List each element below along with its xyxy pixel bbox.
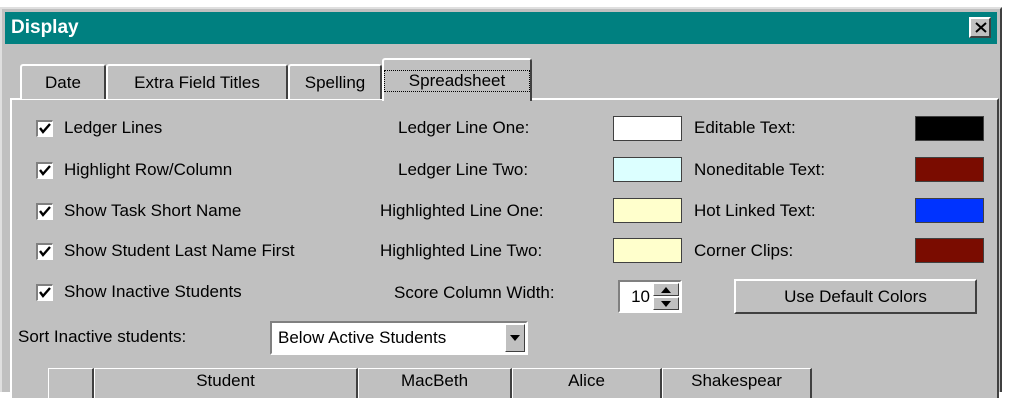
title-bar[interactable]: Display xyxy=(5,12,997,44)
grid-corner-cell[interactable] xyxy=(48,368,94,398)
check-icon xyxy=(39,165,51,176)
check-icon xyxy=(39,287,51,298)
noneditable-text-label: Noneditable Text: xyxy=(694,160,826,179)
spin-down-button[interactable] xyxy=(653,297,679,310)
grid-header-alice[interactable]: Alice xyxy=(512,368,662,398)
score-column-width-value: 10 xyxy=(631,287,650,306)
show-task-short-name-label: Show Task Short Name xyxy=(64,201,242,220)
grid-header-shakespear[interactable]: Shakespear xyxy=(662,368,812,398)
editable-text-label: Editable Text: xyxy=(694,118,796,137)
noneditable-text-swatch[interactable] xyxy=(915,157,984,182)
score-column-width-stepper[interactable]: 10 xyxy=(618,280,682,313)
show-task-short-name-checkbox[interactable] xyxy=(36,203,53,220)
tab-spreadsheet-label: Spreadsheet xyxy=(384,70,530,92)
arrow-up-icon xyxy=(661,287,671,293)
sort-inactive-label: Sort Inactive students: xyxy=(18,327,187,346)
spin-up-button[interactable] xyxy=(653,283,679,296)
sort-inactive-dropdown[interactable]: Below Active Students xyxy=(270,321,528,355)
highlighted-line-two-swatch[interactable] xyxy=(613,238,682,263)
editable-text-swatch[interactable] xyxy=(915,116,984,141)
use-default-colors-button[interactable]: Use Default Colors xyxy=(734,279,977,314)
grid-header-student[interactable]: Student xyxy=(94,368,358,398)
highlight-row-column-checkbox[interactable] xyxy=(36,162,53,179)
check-icon xyxy=(39,206,51,217)
grid-header-macbeth-label: MacBeth xyxy=(400,371,469,390)
grid-header-alice-label: Alice xyxy=(568,371,605,390)
grid-header-shakespear-label: Shakespear xyxy=(691,371,782,390)
close-icon xyxy=(975,22,987,33)
tab-spreadsheet[interactable]: Spreadsheet xyxy=(382,58,532,101)
ledger-line-one-label: Ledger Line One: xyxy=(398,118,530,137)
chevron-down-icon xyxy=(510,335,520,341)
highlighted-line-two-label: Highlighted Line Two: xyxy=(380,241,543,260)
hot-linked-text-label: Hot Linked Text: xyxy=(694,201,816,220)
tab-date[interactable]: Date xyxy=(20,64,106,99)
corner-clips-label: Corner Clips: xyxy=(694,241,794,260)
show-student-last-name-first-label: Show Student Last Name First xyxy=(64,241,295,260)
ledger-line-one-swatch[interactable] xyxy=(613,116,682,141)
tab-spelling[interactable]: Spelling xyxy=(288,64,382,99)
highlighted-line-one-label: Highlighted Line One: xyxy=(380,201,544,220)
score-column-width-label: Score Column Width: xyxy=(394,283,555,302)
highlight-row-column-label: Highlight Row/Column xyxy=(64,160,233,179)
tab-extra-field-titles-label: Extra Field Titles xyxy=(134,73,260,92)
hot-linked-text-swatch[interactable] xyxy=(915,198,984,223)
tab-extra-field-titles[interactable]: Extra Field Titles xyxy=(106,64,288,99)
close-button[interactable] xyxy=(969,17,991,38)
tab-date-label: Date xyxy=(45,73,81,92)
show-student-last-name-first-checkbox[interactable] xyxy=(36,243,53,260)
window-title: Display xyxy=(11,17,79,38)
show-inactive-students-checkbox[interactable] xyxy=(36,284,53,301)
highlighted-line-one-swatch[interactable] xyxy=(613,198,682,223)
show-inactive-students-label: Show Inactive Students xyxy=(64,282,242,301)
corner-clips-swatch[interactable] xyxy=(915,238,984,263)
ledger-lines-label: Ledger Lines xyxy=(64,118,163,137)
check-icon xyxy=(39,123,51,134)
ledger-lines-checkbox[interactable] xyxy=(36,120,53,137)
check-icon xyxy=(39,246,51,257)
use-default-colors-label: Use Default Colors xyxy=(784,287,927,306)
tab-spelling-label: Spelling xyxy=(304,73,366,92)
sort-inactive-value: Below Active Students xyxy=(278,328,447,347)
ledger-line-two-label: Ledger Line Two: xyxy=(398,160,529,179)
arrow-down-icon xyxy=(661,301,671,307)
dropdown-button[interactable] xyxy=(505,324,525,352)
ledger-line-two-swatch[interactable] xyxy=(613,157,682,182)
grid-header-student-label: Student xyxy=(196,371,255,390)
grid-header-macbeth[interactable]: MacBeth xyxy=(358,368,512,398)
